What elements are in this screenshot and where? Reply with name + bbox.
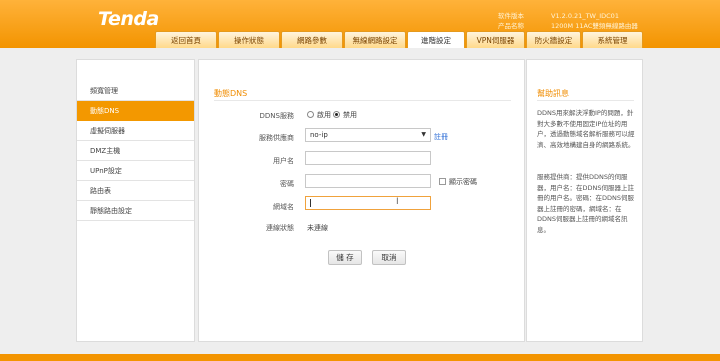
header-bar: Tenda 软件版本 产品名称 V1.2.0.21_TW_IDC01 1200M… <box>0 0 720 48</box>
tab-firewall[interactable]: 防火牆設定 <box>526 31 581 48</box>
ddns-enable-label: 啟用 <box>317 111 331 119</box>
ddns-enable-radio[interactable] <box>307 111 314 118</box>
provider-selected-value: no-ip <box>310 131 328 139</box>
tab-vpn-server[interactable]: VPN伺服器 <box>466 31 525 48</box>
provider-select[interactable]: no-ip ▼ <box>305 128 431 142</box>
username-input[interactable] <box>305 151 431 165</box>
help-paragraph-1: DDNS用來解決浮動IP的問題，針對大多數不使用固定IP位址的用户，透過動態域名… <box>537 109 635 149</box>
domain-input[interactable] <box>305 196 431 210</box>
ddns-service-label: DDNS服務 <box>259 112 294 120</box>
password-input[interactable] <box>305 174 431 188</box>
sidebar: 頻寬管理 動態DNS 虛擬伺服器 DMZ主機 UPnP設定 路由表 靜態路由設定 <box>76 59 195 342</box>
show-password-checkbox[interactable] <box>439 178 446 185</box>
sidebar-item-static-route[interactable]: 靜態路由設定 <box>77 201 194 221</box>
tab-wireless[interactable]: 無線網路設定 <box>344 31 406 48</box>
firmware-version-value: V1.2.0.21_TW_IDC01 <box>551 12 619 20</box>
help-paragraph-2: 服務提供商：提供DDNS的伺服器，用户名：在DDNS伺服器上註冊的用户名。密碼：… <box>537 173 634 234</box>
help-divider <box>537 100 634 101</box>
save-button[interactable]: 儲 存 <box>328 250 362 265</box>
device-info-values: V1.2.0.21_TW_IDC01 1200M 11AC雙頻無線路由器 <box>551 11 638 31</box>
sidebar-item-routing-table[interactable]: 路由表 <box>77 181 194 201</box>
tab-network[interactable]: 網路參數 <box>281 31 343 48</box>
tab-home[interactable]: 返回首頁 <box>155 31 217 48</box>
tab-system[interactable]: 系統管理 <box>582 31 643 48</box>
ddns-form-panel: 動態DNS DDNS服務 啟用 禁用 服務供應商 no-ip ▼ 註冊 用户名 … <box>198 59 525 342</box>
provider-label: 服務供應商 <box>259 134 294 142</box>
ddns-disable-radio[interactable] <box>333 111 340 118</box>
page-title: 動態DNS <box>214 89 248 98</box>
text-cursor-icon: I <box>396 197 399 207</box>
connection-status-label: 連線狀態 <box>266 224 294 232</box>
footer-bar <box>0 354 720 361</box>
connection-status-value: 未連線 <box>307 224 328 232</box>
help-panel: 幫助訊息 DDNS用來解決浮動IP的問題，針對大多數不使用固定IP位址的用户，透… <box>526 59 643 342</box>
cancel-button[interactable]: 取消 <box>372 250 406 265</box>
ddns-disable-label: 禁用 <box>343 111 357 119</box>
tab-status[interactable]: 操作狀態 <box>218 31 280 48</box>
tenda-logo: Tenda <box>98 8 159 30</box>
sidebar-item-upnp[interactable]: UPnP設定 <box>77 161 194 181</box>
sidebar-item-ddns[interactable]: 動態DNS <box>77 101 194 121</box>
top-nav: 返回首頁 操作狀態 網路參數 無線網路設定 進階設定 VPN伺服器 防火牆設定 … <box>155 31 643 48</box>
device-info-labels: 软件版本 产品名称 <box>498 11 524 31</box>
sidebar-item-bandwidth[interactable]: 頻寬管理 <box>77 81 194 101</box>
tab-advanced[interactable]: 進階設定 <box>407 31 465 48</box>
username-label: 用户名 <box>273 157 294 165</box>
domain-label: 網域名 <box>273 203 294 211</box>
product-name-value: 1200M 11AC雙頻無線路由器 <box>551 22 638 30</box>
show-password-label: 顯示密碼 <box>449 178 477 186</box>
help-title: 幫助訊息 <box>537 89 569 98</box>
text-caret <box>310 199 311 207</box>
title-divider <box>214 100 511 101</box>
password-label: 密碼 <box>280 180 294 188</box>
register-link[interactable]: 註冊 <box>434 132 448 142</box>
sidebar-item-virtual-server[interactable]: 虛擬伺服器 <box>77 121 194 141</box>
sidebar-item-dmz[interactable]: DMZ主機 <box>77 141 194 161</box>
firmware-version-label: 软件版本 <box>498 12 524 20</box>
product-name-label: 产品名称 <box>498 22 524 30</box>
chevron-down-icon: ▼ <box>421 131 426 138</box>
